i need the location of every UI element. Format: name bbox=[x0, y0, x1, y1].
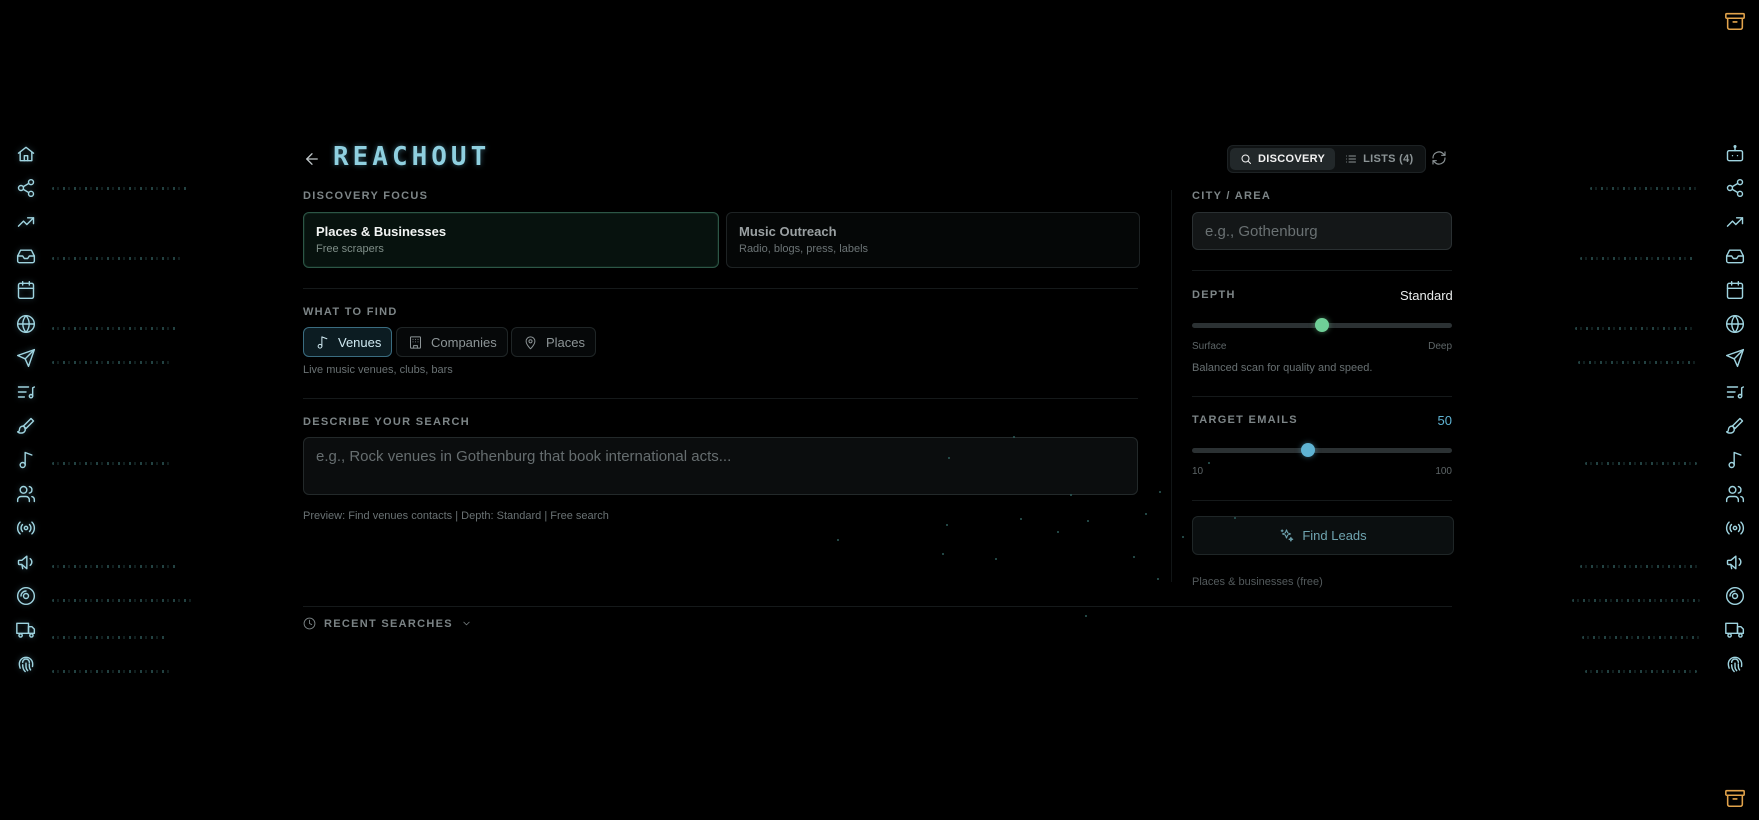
globe-icon[interactable] bbox=[1723, 312, 1747, 336]
music-note-icon[interactable] bbox=[14, 448, 38, 472]
depth-slider[interactable] bbox=[1192, 318, 1452, 332]
focus-option-title: Places & Businesses bbox=[316, 224, 447, 239]
depth-max-label: Deep bbox=[1428, 341, 1452, 352]
send-icon[interactable] bbox=[14, 346, 38, 370]
map-pin-icon bbox=[523, 335, 538, 350]
find-option-label: Places bbox=[546, 334, 586, 350]
globe-icon[interactable] bbox=[14, 312, 38, 336]
divider bbox=[1192, 270, 1452, 271]
target-emails-label: TARGET EMAILS bbox=[1192, 414, 1298, 426]
recent-searches-toggle[interactable]: RECENT SEARCHES bbox=[303, 617, 472, 630]
search-icon bbox=[1240, 153, 1252, 165]
calendar-icon[interactable] bbox=[14, 278, 38, 302]
list-icon bbox=[1345, 153, 1357, 165]
inbox-icon[interactable] bbox=[1723, 244, 1747, 268]
depth-label: DEPTH bbox=[1192, 289, 1236, 301]
describe-search-label: DESCRIBE YOUR SEARCH bbox=[303, 416, 470, 428]
tab-lists-label: LISTS (4) bbox=[1363, 153, 1414, 165]
focus-option-subtitle: Free scrapers bbox=[316, 243, 384, 255]
city-input[interactable] bbox=[1192, 212, 1452, 250]
sparkles-icon bbox=[1279, 528, 1294, 543]
divider bbox=[1192, 396, 1452, 397]
building-icon bbox=[408, 335, 423, 350]
share-icon[interactable] bbox=[1723, 176, 1747, 200]
disc-icon[interactable] bbox=[14, 584, 38, 608]
home-icon[interactable] bbox=[14, 142, 38, 166]
panel-divider bbox=[1171, 190, 1172, 582]
clock-icon bbox=[303, 617, 316, 630]
city-area-label: CITY / AREA bbox=[1192, 190, 1272, 202]
trending-up-icon[interactable] bbox=[14, 210, 38, 234]
fingerprint-icon[interactable] bbox=[14, 652, 38, 676]
view-switcher: DISCOVERY LISTS (4) bbox=[1227, 145, 1427, 173]
calendar-icon[interactable] bbox=[1723, 278, 1747, 302]
divider bbox=[1192, 500, 1452, 501]
brush-icon[interactable] bbox=[1723, 414, 1747, 438]
describe-search-input[interactable] bbox=[303, 437, 1138, 495]
archive-icon[interactable] bbox=[1724, 10, 1748, 34]
recent-searches-label: RECENT SEARCHES bbox=[324, 617, 453, 630]
tab-discovery-label: DISCOVERY bbox=[1258, 153, 1326, 165]
find-leads-note: Places & businesses (free) bbox=[1192, 576, 1323, 588]
find-option-places[interactable]: Places bbox=[511, 327, 597, 357]
list-music-icon[interactable] bbox=[1723, 380, 1747, 404]
divider bbox=[303, 606, 1452, 607]
app-logo: REACHOUT bbox=[333, 142, 491, 172]
music-note-icon bbox=[315, 335, 330, 350]
focus-option-places-businesses[interactable]: Places & Businesses Free scrapers bbox=[303, 212, 719, 268]
find-option-companies[interactable]: Companies bbox=[396, 327, 508, 357]
disc-icon[interactable] bbox=[1723, 584, 1747, 608]
trending-up-icon[interactable] bbox=[1723, 210, 1747, 234]
search-preview: Preview: Find venues contacts | Depth: S… bbox=[303, 510, 609, 522]
radio-icon[interactable] bbox=[14, 516, 38, 540]
truck-icon[interactable] bbox=[1723, 618, 1747, 642]
depth-value: Standard bbox=[1400, 288, 1453, 303]
back-arrow-icon[interactable] bbox=[303, 150, 323, 168]
find-hint: Live music venues, clubs, bars bbox=[303, 364, 453, 376]
tab-discovery[interactable]: DISCOVERY bbox=[1230, 148, 1336, 170]
truck-icon[interactable] bbox=[14, 618, 38, 642]
focus-option-music-outreach[interactable]: Music Outreach Radio, blogs, press, labe… bbox=[726, 212, 1140, 268]
focus-option-title: Music Outreach bbox=[739, 224, 837, 239]
users-icon[interactable] bbox=[1723, 482, 1747, 506]
music-note-icon[interactable] bbox=[1723, 448, 1747, 472]
chevron-down-icon bbox=[461, 618, 472, 629]
archive-icon[interactable] bbox=[1724, 787, 1748, 811]
depth-slider-thumb[interactable] bbox=[1315, 318, 1329, 332]
brush-icon[interactable] bbox=[14, 414, 38, 438]
find-option-label: Companies bbox=[431, 334, 497, 350]
fingerprint-icon[interactable] bbox=[1723, 652, 1747, 676]
megaphone-icon[interactable] bbox=[1723, 550, 1747, 574]
depth-description: Balanced scan for quality and speed. bbox=[1192, 362, 1373, 374]
users-icon[interactable] bbox=[14, 482, 38, 506]
what-to-find-label: WHAT TO FIND bbox=[303, 306, 398, 318]
focus-option-subtitle: Radio, blogs, press, labels bbox=[739, 243, 869, 255]
find-option-venues[interactable]: Venues bbox=[303, 327, 393, 357]
find-leads-label: Find Leads bbox=[1302, 528, 1367, 543]
target-emails-max-label: 100 bbox=[1435, 466, 1452, 477]
refresh-icon[interactable] bbox=[1431, 150, 1449, 168]
target-emails-value: 50 bbox=[1437, 413, 1452, 428]
send-icon[interactable] bbox=[1723, 346, 1747, 370]
list-music-icon[interactable] bbox=[14, 380, 38, 404]
share-icon[interactable] bbox=[14, 176, 38, 200]
find-option-label: Venues bbox=[338, 334, 382, 350]
find-leads-button[interactable]: Find Leads bbox=[1192, 516, 1454, 555]
radio-icon[interactable] bbox=[1723, 516, 1747, 540]
bot-icon[interactable] bbox=[1723, 142, 1747, 166]
tab-lists[interactable]: LISTS (4) bbox=[1335, 148, 1423, 170]
divider bbox=[303, 288, 1138, 289]
discovery-focus-label: DISCOVERY FOCUS bbox=[303, 190, 429, 202]
divider bbox=[303, 398, 1138, 399]
target-emails-slider-thumb[interactable] bbox=[1300, 443, 1315, 457]
inbox-icon[interactable] bbox=[14, 244, 38, 268]
depth-min-label: Surface bbox=[1192, 341, 1227, 352]
target-emails-slider[interactable] bbox=[1192, 443, 1452, 457]
megaphone-icon[interactable] bbox=[14, 550, 38, 574]
target-emails-min-label: 10 bbox=[1192, 466, 1204, 477]
